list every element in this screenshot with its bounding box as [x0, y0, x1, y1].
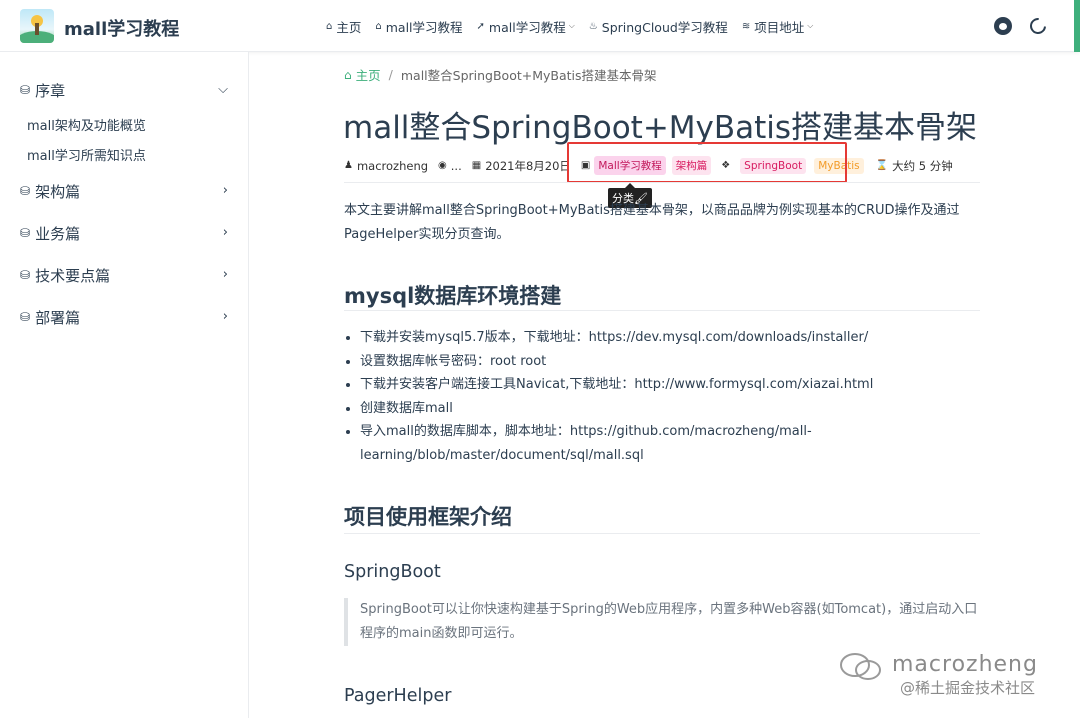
chevron-right-icon: ›: [222, 225, 228, 240]
nav-link-mall-tutorial[interactable]: ⌂ mall学习教程: [375, 17, 462, 36]
chevron-down-icon: ⌵: [218, 82, 228, 97]
nav-link-mall-tutorial-dropdown[interactable]: ➚ mall学习教程 ⌵: [477, 17, 575, 36]
breadcrumb-current: mall整合SpringBoot+MyBatis搭建基本骨架: [400, 68, 657, 83]
sidebar-item-required-knowledge[interactable]: mall学习所需知识点: [27, 145, 146, 164]
site-name[interactable]: mall学习教程: [64, 15, 179, 41]
page-title: mall整合SpringBoot+MyBatis搭建基本骨架: [343, 110, 978, 146]
theme-toggle-icon[interactable]: [1026, 14, 1050, 38]
github-icon[interactable]: [994, 17, 1012, 35]
home-icon: ⌂: [344, 67, 352, 82]
heading-divider: [344, 533, 980, 534]
rocket-icon: ➚: [476, 20, 485, 32]
user-icon: ♟: [344, 160, 353, 171]
list-item: 创建数据库mall: [344, 397, 984, 421]
reading-time: 大约 5 分钟: [892, 158, 953, 173]
view-count: ...: [450, 158, 462, 173]
list-item: 导入mall的数据库脚本，脚本地址：https://github.com/mac…: [344, 420, 984, 467]
stack-icon: ≋: [741, 20, 751, 32]
sidebar-group-preface[interactable]: ⛁ 序章 ⌵: [20, 76, 232, 104]
chevron-down-icon: ⌵: [568, 21, 575, 30]
sidebar-group-architecture[interactable]: ⛁ 架构篇 ›: [20, 177, 232, 205]
nav-link-home[interactable]: ⌂ 主页: [326, 17, 361, 36]
book-icon: ⛁: [20, 268, 31, 282]
breadcrumb-separator: /: [388, 67, 393, 82]
subheading-pagerhelper: PagerHelper: [344, 686, 452, 706]
publish-date: 2021年8月20日: [485, 158, 571, 173]
nav-link-springcloud[interactable]: ♨ SpringCloud学习教程: [589, 17, 728, 36]
eye-icon: ◉: [438, 160, 447, 171]
sidebar: ⛁ 序章 ⌵ mall架构及功能概览 mall学习所需知识点 ⛁ 架构篇 › ⛁…: [0, 52, 249, 718]
site-logo[interactable]: [20, 9, 54, 43]
sidebar-item-architecture-overview[interactable]: mall架构及功能概览: [27, 115, 146, 134]
nav-links: ⌂ 主页 ⌂ mall学习教程 ➚ mall学习教程 ⌵ ♨ SpringClo…: [326, 0, 827, 52]
book-icon: ⛁: [20, 83, 31, 97]
book-icon: ⛁: [20, 184, 31, 198]
home-icon: ⌂: [326, 20, 333, 32]
heading-divider: [344, 310, 980, 311]
sidebar-group-deployment[interactable]: ⛁ 部署篇 ›: [20, 303, 232, 331]
calendar-icon: ▦: [471, 160, 482, 171]
intro-paragraph: 本文主要讲解mall整合SpringBoot+MyBatis搭建基本骨架，以商品…: [344, 203, 960, 242]
chevron-right-icon: ›: [222, 183, 228, 198]
hourglass-icon: ⌛: [875, 160, 889, 171]
top-navbar: mall学习教程 ⌂ 主页 ⌂ mall学习教程 ➚ mall学习教程 ⌵ ♨ …: [0, 0, 1080, 52]
nav-link-project-address[interactable]: ≋ 项目地址 ⌵: [742, 17, 813, 36]
chevron-right-icon: ›: [222, 309, 228, 324]
list-item: 下载并安装mysql5.7版本，下载地址：https://dev.mysql.c…: [344, 326, 984, 350]
fire-icon: ♨: [588, 20, 598, 32]
watermark-brand: macrozheng: [892, 652, 1038, 677]
breadcrumb-home-link[interactable]: 主页: [356, 65, 381, 84]
breadcrumb: ⌂ 主页 / mall整合SpringBoot+MyBatis搭建基本骨架: [344, 65, 657, 84]
home-icon: ⌂: [375, 20, 382, 32]
list-item: 设置数据库帐号密码：root root: [344, 350, 984, 374]
wechat-icon: [840, 653, 881, 680]
chevron-down-icon: ⌵: [807, 21, 814, 30]
section-heading-mysql: mysql数据库环境搭建: [344, 284, 562, 308]
main-content: ⌂ 主页 / mall整合SpringBoot+MyBatis搭建基本骨架 ma…: [250, 52, 1074, 718]
watermark-site: @稀土掘金技术社区: [900, 679, 1036, 697]
sidebar-group-tech-points[interactable]: ⛁ 技术要点篇 ›: [20, 261, 232, 289]
springboot-quote: SpringBoot可以让你快速构建基于Spring的Web应用程序，内置多种W…: [344, 598, 984, 646]
chevron-right-icon: ›: [222, 267, 228, 282]
sidebar-group-business[interactable]: ⛁ 业务篇 ›: [20, 219, 232, 247]
section-heading-frameworks: 项目使用框架介绍: [344, 505, 512, 529]
list-item: 下载并安装客户端连接工具Navicat,下载地址：http://www.form…: [344, 373, 984, 397]
author-name[interactable]: macrozheng: [357, 159, 428, 173]
book-icon: ⛁: [20, 310, 31, 324]
highlight-box: [567, 142, 847, 183]
subheading-springboot: SpringBoot: [344, 562, 441, 582]
accent-strip: [1074, 0, 1080, 52]
book-icon: ⛁: [20, 226, 31, 240]
meta-divider: [344, 182, 980, 183]
mysql-setup-list: 下载并安装mysql5.7版本，下载地址：https://dev.mysql.c…: [344, 326, 984, 467]
